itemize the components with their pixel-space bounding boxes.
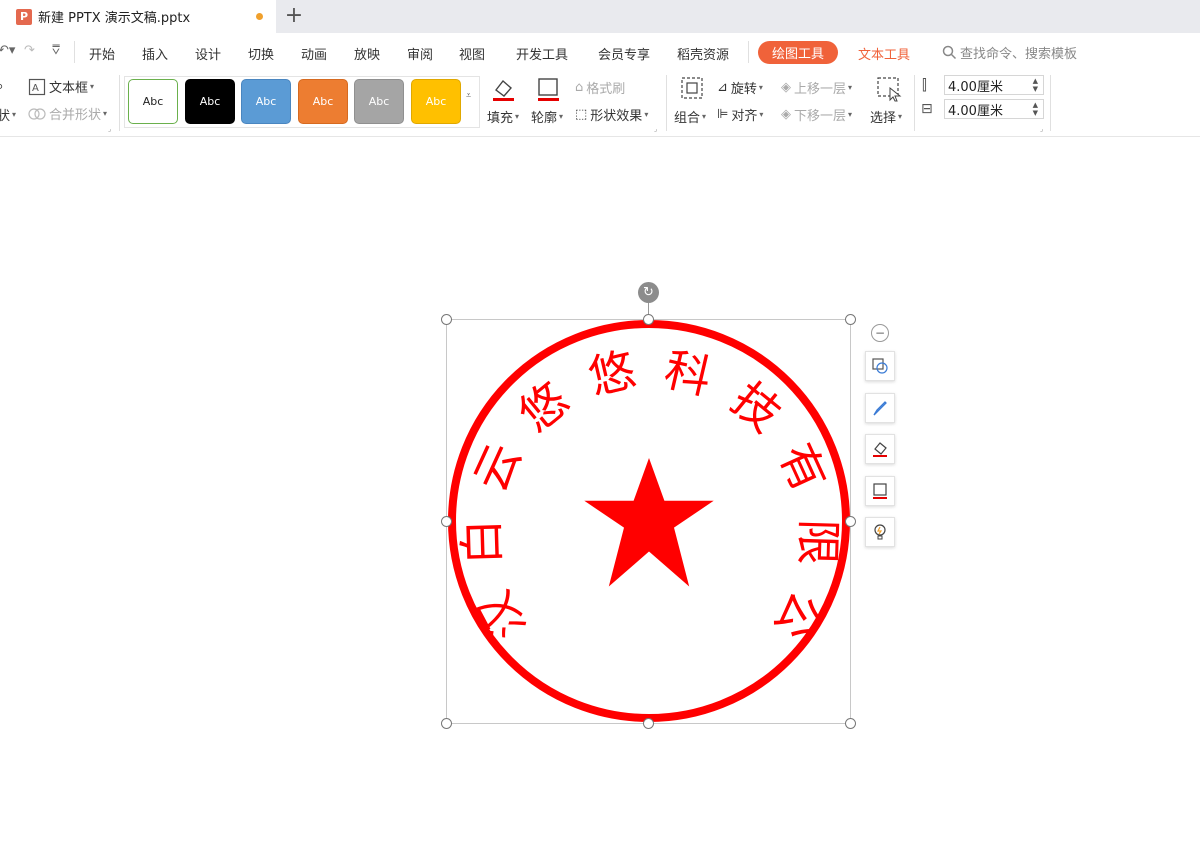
send-backward-label: 下移一层 [794,109,847,124]
bring-forward-label: 上移一层 [794,82,847,97]
width-icon: ⊟ [921,101,933,117]
menu-review[interactable]: 审阅 [407,44,433,63]
menu-docer[interactable]: 稻壳资源 [677,44,729,63]
rotate-handle-icon[interactable]: ↻ [638,282,659,303]
resize-handle-top[interactable] [643,314,654,325]
resize-handle-bottom-right[interactable] [845,718,856,729]
fill-button[interactable]: 填充 ▾ [487,107,519,126]
redo-icon[interactable]: ↷ [24,43,35,58]
resize-handle-right[interactable] [845,516,856,527]
collapse-toolbar-icon[interactable]: − [871,324,889,342]
bring-forward-icon: ◈ [781,80,791,95]
shape-replace-icon[interactable] [865,351,895,381]
seal-graphic[interactable]: 武汉白云悠悠科技有限公司 [0,138,1200,845]
gallery-more-icon[interactable]: ⩡ [466,91,471,101]
menu-view[interactable]: 视图 [459,44,485,63]
resize-handle-left[interactable] [441,516,452,527]
bring-forward-button[interactable]: ◈ 上移一层 ▾ [781,78,852,97]
shape-effect-button[interactable]: ⬚ 形状效果 ▾ [575,105,648,124]
rotate-icon: ⊿ [717,80,728,95]
select-icon[interactable] [876,76,902,102]
customize-toolbar-icon[interactable]: ⩢ [52,43,60,58]
partial-left-label[interactable]: 状 ▾ [0,105,16,124]
outline-icon[interactable] [535,76,561,102]
shape-style-6[interactable]: Abc [411,79,461,124]
size-dialog-launcher-icon[interactable]: ⌟ [1040,125,1043,133]
shape-style-4[interactable]: Abc [298,79,348,124]
search-icon [942,45,957,60]
menu-drawing-tools[interactable]: 绘图工具 [758,41,838,64]
outline-side-icon[interactable] [865,476,895,506]
new-tab-button[interactable]: + [284,3,304,28]
format-painter-label: 格式刷 [586,82,626,97]
resize-handle-top-left[interactable] [441,314,452,325]
fill-side-icon[interactable] [865,434,895,464]
menu-transitions[interactable]: 切换 [248,44,274,63]
drawing-tools-ribbon: ⸰ 状▾ A 文本框▾ 合并形状▾ ⌟ Abc Abc Abc Abc Abc … [0,71,1200,137]
slide-canvas[interactable]: 武汉白云悠悠科技有限公司 ↻ − [0,138,1200,845]
menu-text-tools[interactable]: 文本工具 [858,44,910,63]
group-button[interactable]: 组合 ▾ [674,107,706,126]
shape-style-3[interactable]: Abc [241,79,291,124]
document-tab[interactable]: P 新建 PPTX 演示文稿.pptx [0,0,276,33]
seal-text: 武汉白云悠悠科技有限公司 [0,138,846,649]
dialog-launcher-icon-2[interactable]: ⌟ [654,125,657,133]
rotate-label: 旋转 [730,82,757,97]
partial-left-icon[interactable]: ⸰ [0,77,3,95]
pptx-file-icon: P [16,8,32,25]
menu-insert[interactable]: 插入 [142,44,168,63]
text-box-icon: A [28,78,46,95]
menu-developer[interactable]: 开发工具 [516,44,568,63]
merge-shape-icon [28,107,46,120]
menu-home[interactable]: 开始 [89,44,115,63]
fill-icon[interactable] [490,76,516,102]
text-box-label: 文本框 [49,81,89,96]
merge-shape-button[interactable]: 合并形状 ▾ [28,104,107,123]
rotate-button[interactable]: ⊿ 旋转 ▾ [717,78,763,97]
idea-icon[interactable] [865,517,895,547]
outline-button[interactable]: 轮廓 ▾ [531,107,563,126]
shape-height-input[interactable]: 4.00厘米 ▲ ▼ [944,75,1044,95]
shape-style-2[interactable]: Abc [185,79,235,124]
send-backward-button[interactable]: ◈ 下移一层 ▾ [781,105,852,124]
title-tab-bar: P 新建 PPTX 演示文稿.pptx + [0,0,1200,33]
align-icon: ⊫ [717,107,729,122]
unsaved-dot-icon [256,13,263,20]
menu-animations[interactable]: 动画 [301,44,327,63]
shape-style-5[interactable]: Abc [354,79,404,124]
align-label: 对齐 [731,109,758,124]
menu-slideshow[interactable]: 放映 [354,44,380,63]
command-search[interactable]: 查找命令、搜索模板 [942,43,1077,62]
menu-bar: ↶▾ ↷ ⩢ 开始 插入 设计 切换 动画 放映 审阅 视图 开发工具 会员专享… [0,33,1200,71]
svg-text:A: A [32,83,39,94]
format-painter-icon: ⌂ [575,80,584,95]
text-box-button[interactable]: A 文本框 ▾ [28,77,94,96]
resize-handle-top-right[interactable] [845,314,856,325]
align-button[interactable]: ⊫ 对齐 ▾ [717,105,763,124]
shape-style-1[interactable]: Abc [128,79,178,124]
menu-member[interactable]: 会员专享 [598,44,650,63]
menu-design[interactable]: 设计 [195,44,221,63]
shape-width-input[interactable]: 4.00厘米 ▲ ▼ [944,99,1044,119]
format-painter-button[interactable]: ⌂ 格式刷 [575,78,625,97]
resize-handle-bottom-left[interactable] [441,718,452,729]
search-placeholder: 查找命令、搜索模板 [960,47,1078,62]
document-title: 新建 PPTX 演示文稿.pptx [38,11,191,26]
dialog-launcher-icon[interactable]: ⌟ [108,125,111,133]
shape-effect-label: 形状效果 [590,109,643,124]
seal-star [584,458,714,587]
send-backward-icon: ◈ [781,107,791,122]
brush-icon[interactable] [865,393,895,423]
resize-handle-bottom[interactable] [643,718,654,729]
shape-effect-icon: ⬚ [575,107,588,122]
select-button[interactable]: 选择 ▾ [870,107,902,126]
merge-shape-label: 合并形状 [49,108,102,123]
undo-dropdown-icon[interactable]: ↶▾ [0,43,15,58]
group-icon[interactable] [680,76,704,100]
height-icon: ⫿ [922,76,927,94]
